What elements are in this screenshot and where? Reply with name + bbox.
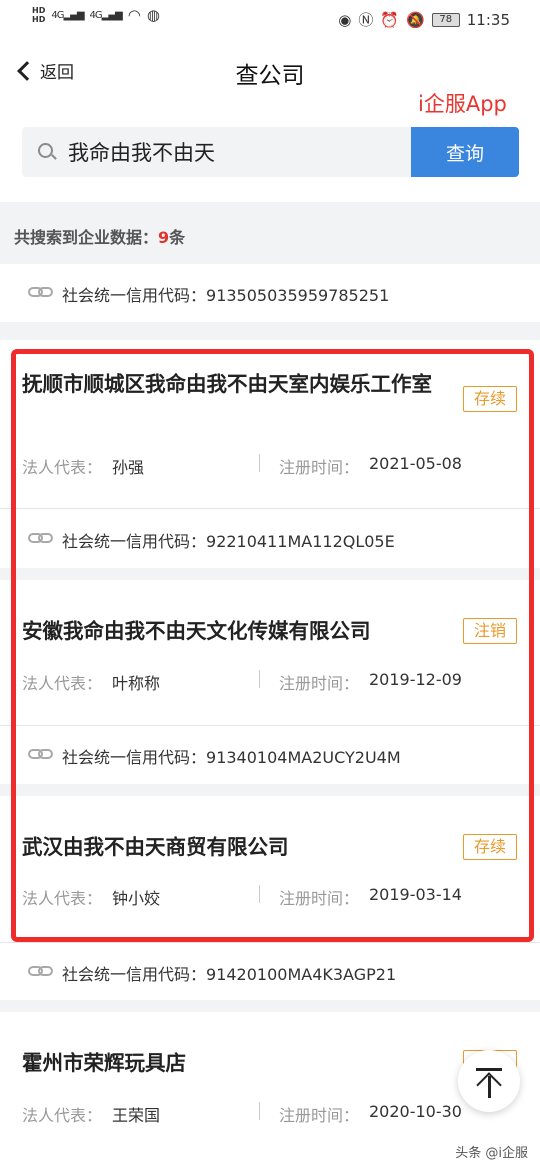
search-button[interactable]: 查询 xyxy=(411,127,519,177)
legal-rep-label: 法人代表： xyxy=(22,889,103,908)
divider xyxy=(0,568,540,580)
eye-icon: ◉ xyxy=(338,10,352,29)
credit-code-label: 社会统一信用代码： xyxy=(62,286,207,305)
credit-code-row: 社会统一信用代码：913505035959785251 xyxy=(0,264,540,322)
search-box[interactable] xyxy=(22,127,411,177)
reg-time-value: 2019-03-14 xyxy=(369,885,462,904)
reg-time-value: 2021-05-08 xyxy=(369,454,462,473)
clock-time: 11:35 xyxy=(466,10,510,29)
divider xyxy=(0,1000,540,1012)
signal-icon: 4G▂▄▆ xyxy=(51,9,84,21)
status-bar: HD HD 4G▂▄▆ 4G▂▄▆ ◠ ◍ ◉ Ⓝ ⏰ 🔕 78 11:35 xyxy=(0,0,540,38)
network-type: 4G xyxy=(89,9,103,21)
company-name[interactable]: 抚顺市顺城区我命由我不由天室内娱乐工作室 xyxy=(22,368,452,400)
credit-code-label: 社会统一信用代码： xyxy=(62,748,207,767)
credit-code-value: 91340104MA2UCY2U4M xyxy=(206,748,401,767)
page-title: 查公司 xyxy=(235,63,305,89)
alarm-icon: ⏰ xyxy=(380,10,400,29)
company-card[interactable]: 抚顺市顺城区我命由我不由天室内娱乐工作室 存续 法人代表： 孙强 注册时间： 2… xyxy=(0,340,540,508)
legal-rep-label: 法人代表： xyxy=(22,1106,103,1125)
status-badge: 注销 xyxy=(463,618,517,644)
footer-credit: 头条 @i企服 xyxy=(455,1146,528,1161)
legal-rep-label: 法人代表： xyxy=(22,674,103,693)
link-icon xyxy=(28,284,54,300)
link-icon xyxy=(28,963,54,979)
hd-icon: HD HD xyxy=(32,6,46,24)
company-name[interactable]: 安徽我命由我不由天文化传媒有限公司 xyxy=(22,615,452,647)
credit-code-label: 社会统一信用代码： xyxy=(62,965,207,984)
wifi-icon: ◠ xyxy=(127,6,141,24)
credit-code-label: 社会统一信用代码： xyxy=(62,532,207,551)
credit-code-value: 91420100MA4K3AGP21 xyxy=(206,965,397,984)
divider xyxy=(259,670,260,688)
back-to-top-button[interactable] xyxy=(458,1050,520,1112)
reg-time-label: 注册时间： xyxy=(279,458,360,477)
company-card[interactable]: 武汉由我不由天商贸有限公司 存续 法人代表： 钟小姣 注册时间： 2019-03… xyxy=(0,796,540,942)
divider xyxy=(0,322,540,340)
reg-time-value: 2020-10-30 xyxy=(369,1102,462,1121)
result-summary: 共搜索到企业数据：9条 xyxy=(0,202,540,264)
wechat-icon: ◍ xyxy=(146,6,160,24)
divider xyxy=(259,885,260,903)
status-badge: 存续 xyxy=(463,386,517,412)
credit-code-row: 社会统一信用代码：91420100MA4K3AGP21 xyxy=(0,943,540,1001)
reg-time-label: 注册时间： xyxy=(279,674,360,693)
result-suffix: 条 xyxy=(169,228,186,247)
divider xyxy=(0,784,540,796)
search-row: 查询 xyxy=(22,127,519,177)
result-count: 9 xyxy=(158,228,170,247)
credit-code-row: 社会统一信用代码：92210411MA112QL05E xyxy=(0,510,540,568)
legal-rep-value: 钟小姣 xyxy=(112,889,161,908)
company-name[interactable]: 武汉由我不由天商贸有限公司 xyxy=(22,831,452,863)
nfc-icon: Ⓝ xyxy=(358,11,374,29)
divider xyxy=(259,1102,260,1120)
search-input[interactable] xyxy=(68,137,398,167)
status-badge: 存续 xyxy=(463,834,517,860)
search-icon xyxy=(38,143,53,158)
signal-icon: 4G▂▄▆ xyxy=(89,9,123,21)
reg-time-value: 2019-12-09 xyxy=(369,670,462,689)
company-card[interactable]: 安徽我命由我不由天文化传媒有限公司 注销 法人代表： 叶称称 注册时间： 201… xyxy=(0,580,540,725)
legal-rep-label: 法人代表： xyxy=(22,458,103,477)
credit-code-value: 913505035959785251 xyxy=(206,286,390,305)
network-type: 4G xyxy=(51,9,64,21)
legal-rep-value: 孙强 xyxy=(112,458,145,477)
credit-code-value: 92210411MA112QL05E xyxy=(206,532,395,551)
company-name[interactable]: 霍州市荣辉玩具店 xyxy=(22,1047,452,1079)
reg-time-label: 注册时间： xyxy=(279,889,360,908)
legal-rep-value: 叶称称 xyxy=(112,674,161,693)
divider xyxy=(259,454,260,472)
reg-time-label: 注册时间： xyxy=(279,1106,360,1125)
arrow-up-icon xyxy=(476,1068,502,1071)
legal-rep-value: 王荣国 xyxy=(112,1106,161,1125)
mute-icon: 🔕 xyxy=(406,10,425,29)
credit-code-row: 社会统一信用代码：91340104MA2UCY2U4M xyxy=(0,726,540,784)
link-icon xyxy=(28,746,54,762)
result-prefix: 共搜索到企业数据： xyxy=(14,228,159,247)
battery-icon: 78 xyxy=(431,12,460,27)
watermark: i企服App xyxy=(418,92,507,116)
divider xyxy=(0,508,540,509)
link-icon xyxy=(28,530,54,546)
